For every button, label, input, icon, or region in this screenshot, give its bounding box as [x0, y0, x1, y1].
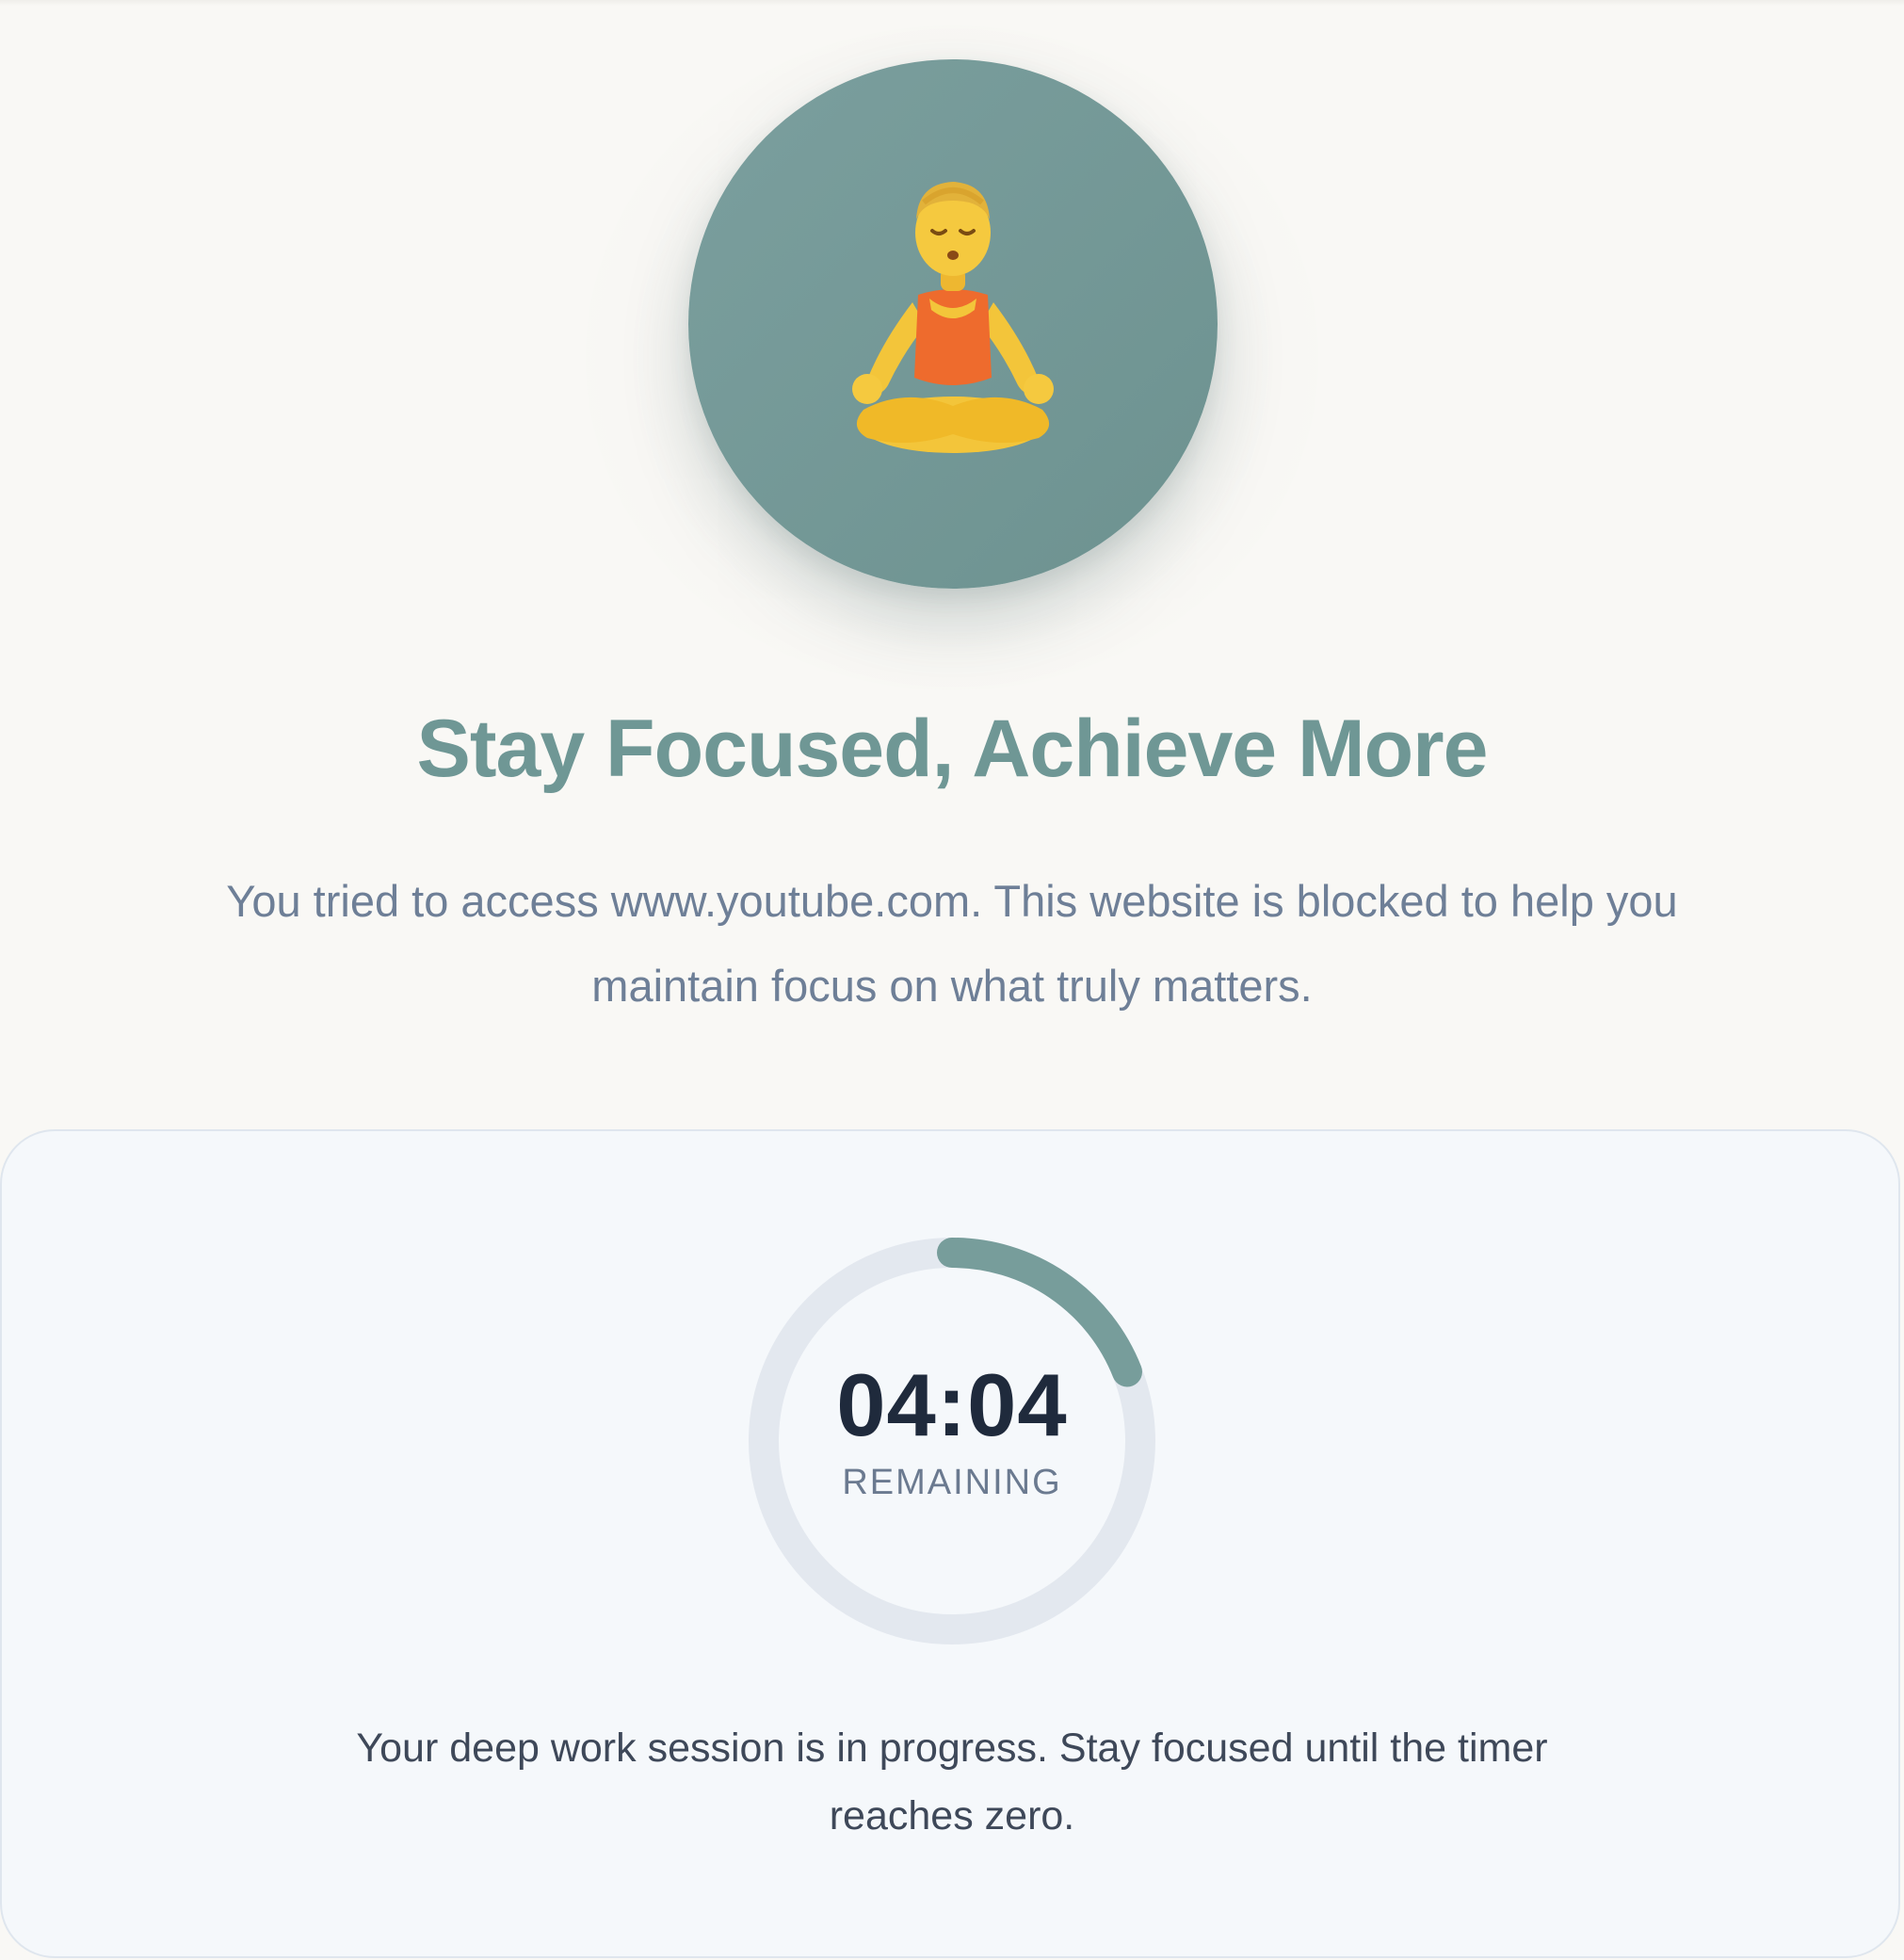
- hero-icon-circle: [688, 59, 1218, 589]
- countdown-timer: 04:04 REMAINING: [749, 1238, 1155, 1644]
- page-title: Stay Focused, Achieve More: [416, 704, 1489, 794]
- time-remaining: 04:04: [836, 1355, 1068, 1454]
- session-status-message: Your deep work session is in progress. S…: [356, 1725, 1548, 1839]
- blocked-site-message: You tried to access www.youtube.com. Thi…: [226, 876, 1678, 1011]
- time-remaining-label: REMAINING: [842, 1463, 1062, 1502]
- meditation-person-icon: [852, 182, 1054, 453]
